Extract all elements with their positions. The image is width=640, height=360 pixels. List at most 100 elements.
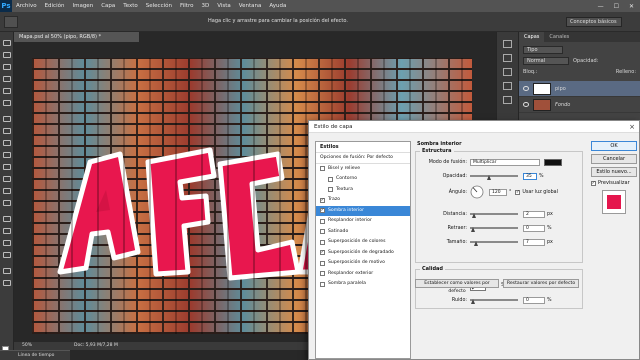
eraser-tool-icon[interactable]	[3, 164, 11, 170]
hand-tool-icon[interactable]	[3, 268, 11, 274]
style-item[interactable]: Superposición de colores	[316, 237, 410, 248]
styles-header[interactable]: Estilos	[316, 142, 410, 153]
noise-input[interactable]: 0	[523, 296, 545, 304]
slider-thumb[interactable]	[474, 241, 478, 246]
layer-row-pipo[interactable]: pipo	[519, 81, 640, 97]
preview-checkbox[interactable]: ✓	[591, 180, 596, 186]
style-item[interactable]: ✓ Superposición de degradado	[316, 248, 410, 259]
menu-seleccion[interactable]: Selección	[142, 0, 176, 12]
new-style-button[interactable]: Estilo nuevo...	[591, 167, 637, 177]
tab-capas[interactable]: Capas	[519, 32, 545, 42]
angle-input[interactable]: 120	[489, 188, 507, 196]
noise-slider[interactable]	[470, 299, 518, 304]
blending-options-item[interactable]: Opciones de fusión: Por defecto	[316, 153, 410, 164]
choke-slider[interactable]	[470, 227, 518, 232]
maximize-button[interactable]: ☐	[614, 3, 619, 10]
document-tab[interactable]: Mapa.psd al 50% (pipo, RGB/8) *	[14, 32, 140, 42]
quick-select-tool-icon[interactable]	[3, 76, 11, 82]
path-select-tool-icon[interactable]	[3, 240, 11, 246]
stamp-tool-icon[interactable]	[3, 140, 11, 146]
menu-3d[interactable]: 3D	[197, 0, 213, 12]
slider-thumb[interactable]	[472, 213, 476, 218]
menu-ayuda[interactable]: Ayuda	[265, 0, 290, 12]
global-light-checkbox[interactable]: ✓	[515, 189, 521, 195]
menu-texto[interactable]: Texto	[119, 0, 142, 12]
style-item[interactable]: Resplandor interior	[316, 216, 410, 227]
marquee-tool-icon[interactable]	[3, 52, 11, 58]
zoom-tool-icon[interactable]	[3, 280, 11, 286]
style-checkbox[interactable]	[320, 166, 325, 172]
minimize-button[interactable]: —	[598, 3, 604, 10]
eye-icon[interactable]	[523, 102, 529, 107]
workspace-select[interactable]: Conceptos básicos	[566, 17, 622, 27]
gradient-tool-icon[interactable]	[3, 176, 11, 182]
size-slider[interactable]	[470, 241, 518, 246]
style-item[interactable]: Bisel y relieve	[316, 164, 410, 175]
shadow-color-swatch[interactable]	[544, 158, 562, 166]
properties-icon[interactable]	[503, 54, 512, 62]
menu-ventana[interactable]: Ventana	[235, 0, 266, 12]
style-checkbox[interactable]	[328, 187, 333, 193]
eyedropper-tool-icon[interactable]	[3, 100, 11, 106]
close-button[interactable]: ✕	[629, 3, 634, 10]
history-brush-tool-icon[interactable]	[3, 152, 11, 158]
layer-blend-select[interactable]: Normal	[523, 56, 569, 65]
ok-button[interactable]: OK	[591, 141, 637, 151]
layer-filter-select[interactable]: Tipo	[523, 45, 563, 54]
style-checkbox[interactable]	[320, 260, 325, 266]
style-checkbox[interactable]	[320, 271, 325, 277]
healing-tool-icon[interactable]	[3, 116, 11, 122]
style-checkbox[interactable]	[320, 229, 325, 235]
lasso-tool-icon[interactable]	[3, 64, 11, 70]
make-default-button[interactable]: Establecer como valores por defecto	[415, 279, 499, 294]
move-tool-icon[interactable]	[3, 40, 11, 46]
blend-mode-select[interactable]: Multiplicar	[470, 158, 540, 166]
close-icon[interactable]: ×	[629, 121, 635, 133]
style-item[interactable]: ✓ Trazo	[316, 195, 410, 206]
timeline-tab[interactable]: Línea de tiempo	[0, 350, 70, 360]
style-item[interactable]: Resplandor exterior	[316, 269, 410, 280]
style-item[interactable]: Textura	[316, 185, 410, 196]
paragraph-icon[interactable]	[503, 82, 512, 90]
menu-imagen[interactable]: Imagen	[68, 0, 97, 12]
brush-tool-icon[interactable]	[3, 128, 11, 134]
style-item[interactable]: Sombra paralela	[316, 279, 410, 290]
style-item[interactable]: Satinado	[316, 227, 410, 238]
layer-row-fondo[interactable]: Fondo	[519, 97, 640, 113]
style-checkbox[interactable]	[328, 176, 333, 182]
distance-slider[interactable]	[470, 213, 518, 218]
style-checkbox[interactable]	[320, 281, 325, 287]
choke-input[interactable]: 0	[523, 224, 545, 232]
dodge-tool-icon[interactable]	[3, 200, 11, 206]
style-checkbox[interactable]: ✓	[320, 250, 325, 256]
style-checkbox[interactable]	[320, 239, 325, 245]
character-icon[interactable]	[503, 68, 512, 76]
type-tool-icon[interactable]	[3, 228, 11, 234]
opacity-slider[interactable]	[470, 175, 518, 180]
tab-canales[interactable]: Canales	[544, 32, 574, 42]
slider-thumb[interactable]	[471, 227, 475, 232]
reset-default-button[interactable]: Restaurar valores por defecto	[503, 279, 579, 288]
menu-filtro[interactable]: Filtro	[176, 0, 197, 12]
style-item[interactable]: Contorno	[316, 174, 410, 185]
distance-input[interactable]: 2	[523, 210, 545, 218]
menu-edicion[interactable]: Edición	[41, 0, 69, 12]
menu-archivo[interactable]: Archivo	[12, 0, 41, 12]
style-checkbox[interactable]: ✓	[320, 197, 325, 203]
style-checkbox[interactable]: ✓	[320, 208, 325, 214]
eye-icon[interactable]	[523, 86, 529, 91]
size-input[interactable]: 7	[523, 238, 545, 246]
menu-capa[interactable]: Capa	[97, 0, 119, 12]
opacity-input[interactable]: 35	[523, 172, 537, 180]
zoom-level[interactable]: 50%	[22, 342, 32, 350]
swatches-icon[interactable]	[503, 96, 512, 104]
shape-tool-icon[interactable]	[3, 252, 11, 258]
blur-tool-icon[interactable]	[3, 188, 11, 194]
slider-thumb[interactable]	[471, 299, 475, 304]
menu-vista[interactable]: Vista	[213, 0, 235, 12]
style-item[interactable]: Superposición de motivo	[316, 258, 410, 269]
history-icon[interactable]	[503, 40, 512, 48]
style-checkbox[interactable]	[320, 218, 325, 224]
pen-tool-icon[interactable]	[3, 216, 11, 222]
angle-dial-icon[interactable]	[470, 185, 484, 199]
